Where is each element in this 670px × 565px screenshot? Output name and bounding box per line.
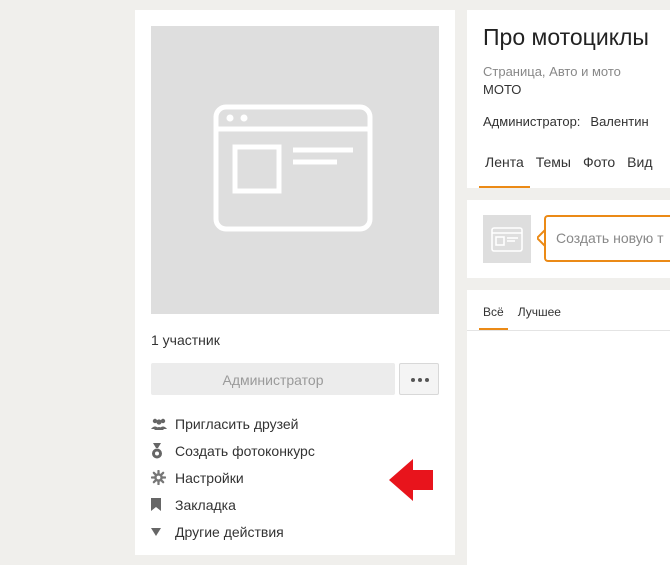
medal-icon [151, 442, 175, 459]
tab-photos[interactable]: Фото [577, 152, 621, 186]
members-count[interactable]: 1 участник [151, 332, 220, 348]
create-topic-input[interactable]: Создать новую т [544, 215, 670, 262]
tab-topics[interactable]: Темы [530, 152, 577, 186]
settings-action[interactable]: Настройки [151, 464, 315, 491]
feed-filter-tabs: Всё Лучшее [479, 300, 571, 332]
group-title: Про мотоциклы [483, 24, 649, 50]
webpage-placeholder-icon [491, 227, 523, 252]
group-category[interactable]: Страница, Авто и мото [483, 64, 621, 79]
administrator-info: Администратор: Валентин [483, 114, 649, 129]
tab-best[interactable]: Лучшее [514, 300, 565, 328]
action-label: Другие действия [175, 523, 284, 540]
people-icon [151, 418, 175, 430]
invite-friends-action[interactable]: Пригласить друзей [151, 410, 315, 437]
tab-videos[interactable]: Вид [621, 152, 658, 186]
tab-all[interactable]: Всё [479, 300, 508, 330]
action-label: Закладка [175, 496, 236, 513]
gear-icon [151, 470, 175, 485]
caret-down-icon [151, 527, 175, 536]
bookmark-icon [151, 498, 175, 511]
group-thumbnail [483, 215, 531, 263]
group-tabs: Лента Темы Фото Вид [479, 152, 659, 188]
other-actions-dropdown[interactable]: Другие действия [151, 518, 315, 545]
webpage-placeholder-icon [213, 104, 373, 232]
create-photo-contest-action[interactable]: Создать фотоконкурс [151, 437, 315, 464]
group-actions-list: Пригласить друзей Создать фотоконкурс На… [151, 410, 315, 545]
create-post-card: Создать новую т [467, 200, 670, 278]
group-tag[interactable]: МОТО [483, 82, 521, 97]
bookmark-action[interactable]: Закладка [151, 491, 315, 518]
group-sidebar-card: 1 участник Администратор Пригласить друз… [135, 10, 455, 555]
action-label: Пригласить друзей [175, 415, 299, 432]
action-label: Настройки [175, 469, 244, 486]
create-topic-placeholder: Создать новую т [556, 230, 664, 246]
action-label: Создать фотоконкурс [175, 442, 315, 459]
red-pointer-arrow [389, 459, 433, 501]
administrator-name[interactable]: Валентин [590, 114, 648, 129]
group-avatar-placeholder[interactable] [151, 26, 439, 314]
administrator-label: Администратор: [483, 114, 581, 129]
feed-divider [467, 330, 670, 331]
ellipsis-icon [411, 378, 429, 382]
administrator-button[interactable]: Администратор [151, 363, 395, 395]
feed-card: Всё Лучшее [467, 290, 670, 565]
group-header-card: Про мотоциклы Страница, Авто и мото МОТО… [467, 10, 670, 188]
more-options-button[interactable] [399, 363, 439, 395]
tab-feed[interactable]: Лента [479, 152, 530, 188]
